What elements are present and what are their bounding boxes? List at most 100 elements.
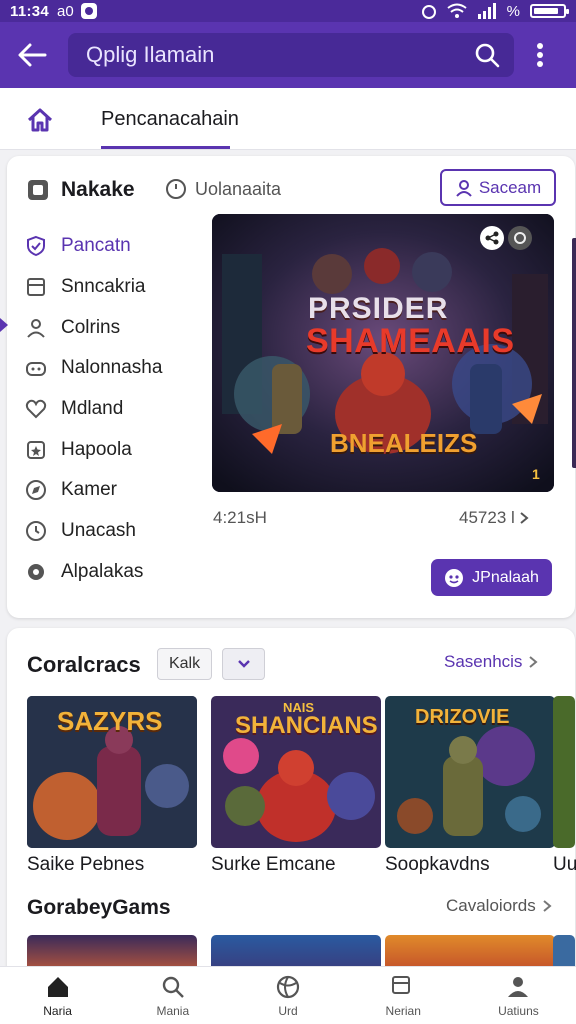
home-icon [47, 976, 68, 997]
battery-icon [530, 4, 569, 18]
sidebar-item-label: Pancatn [61, 235, 131, 257]
heart-icon [25, 399, 47, 419]
section-see-all-link[interactable]: Sasenhcis [444, 652, 538, 672]
app-bar [0, 22, 576, 88]
tab-indicator [101, 146, 230, 149]
sidebar-item[interactable]: Alpalakas [25, 552, 162, 593]
sidebar-item-label: Hapoola [61, 438, 132, 460]
hero-views: 45723 l [459, 508, 515, 527]
nav-item-label: Nerian [385, 1003, 421, 1018]
game-title[interactable]: Saike Pebnes [27, 854, 144, 876]
game-artwork [553, 696, 575, 848]
home-tab-icon[interactable] [26, 106, 54, 134]
tab-active[interactable]: Pencanacahain [101, 108, 239, 131]
sidebar-item[interactable]: Hapoola [25, 429, 162, 470]
person-add-icon [456, 179, 472, 197]
next-card-peek[interactable] [572, 238, 576, 468]
drawer-handle[interactable] [0, 318, 8, 332]
app-icon [28, 180, 48, 200]
status-time: 11:34 [10, 2, 50, 20]
chevron-right-icon[interactable] [519, 511, 529, 525]
nav-item[interactable]: Nerian [346, 967, 461, 1024]
share-icon[interactable] [484, 230, 500, 246]
sidebar-item[interactable]: Nalonnasha [25, 348, 162, 389]
signal-icon [477, 3, 496, 19]
tab-row: Pencanacahain [0, 88, 576, 150]
arrow-left-icon [18, 43, 47, 67]
star-box-icon [27, 440, 45, 459]
section2-see-all-link[interactable]: Cavaloiords [446, 896, 552, 916]
sidebar-item[interactable]: Kamer [25, 470, 162, 511]
chevron-right-icon [543, 900, 552, 912]
search-bar[interactable] [68, 33, 514, 77]
section-title: Coralcracs [27, 652, 141, 677]
game-tile[interactable]: DRIZOVIE [385, 696, 555, 848]
hero-banner[interactable]: PRSIDER SHAMEAAIS BNEALEIZS 1 [212, 214, 554, 492]
featured-title: Nakake [61, 178, 135, 201]
search-icon[interactable] [474, 42, 500, 68]
nav-item[interactable]: Naria [0, 967, 115, 1024]
sidebar-item[interactable]: Colrins [25, 307, 162, 348]
nav-item-label: Urd [278, 1003, 298, 1018]
square-icon [392, 975, 411, 994]
nav-item[interactable]: Uatiuns [461, 967, 576, 1024]
nav-item[interactable]: Urd [230, 967, 345, 1024]
globe-icon [276, 975, 300, 998]
carrier-glyph: a0 [57, 2, 74, 20]
chevron-down-icon [237, 660, 250, 668]
overflow-menu-button[interactable] [528, 35, 552, 75]
profile-icon [508, 976, 529, 997]
sidebar-item[interactable]: Unacash [25, 511, 162, 552]
featured-subtitle: Uolanaaita [195, 178, 282, 199]
featured-card: Nakake Uolanaaita Saceam Pancatn Snncakri… [7, 156, 575, 618]
game-title[interactable]: Surke Emcane [211, 854, 336, 876]
sidebar-item-label: Mdland [61, 398, 124, 420]
alarm-icon [421, 5, 436, 19]
game-tile[interactable]: SAZYRS [27, 696, 197, 848]
nav-item-label: Naria [43, 1003, 72, 1018]
play-button[interactable]: JPnalaah [431, 559, 552, 596]
back-button[interactable] [12, 35, 52, 75]
play-label: JPnalaah [472, 568, 539, 586]
game-title[interactable]: Uu [553, 854, 576, 876]
sidebar-item[interactable]: Pancatn [25, 226, 162, 267]
sidebar-item-label: Alpalakas [61, 560, 144, 582]
game-tile[interactable]: NAIS SHANCIANS [211, 696, 381, 848]
nav-item-label: Mania [156, 1003, 190, 1018]
game-tile-peek[interactable] [553, 696, 575, 848]
gamepad-icon [445, 568, 464, 587]
category-list: Pancatn Snncakria Colrins Nalonnasha Mdland H… [25, 226, 162, 592]
nav-item[interactable]: Mania [115, 967, 230, 1024]
hero-title-line2: SHAMEAAIS [306, 322, 515, 360]
search-icon [162, 976, 184, 998]
sidebar-item-label: Nalonnasha [61, 357, 163, 379]
gear-icon [28, 563, 44, 580]
game-title[interactable]: Soopkavdns [385, 854, 490, 876]
clock-icon [26, 521, 46, 542]
controller-icon [26, 362, 46, 377]
settings-small-icon[interactable] [512, 230, 528, 246]
section-card: Coralcracs Kalk Sasenhcis SAZYRS Saike P… [7, 628, 576, 1024]
compass-icon [26, 480, 46, 501]
section-link-label: Sasenhcis [444, 652, 523, 671]
chevron-right-icon [529, 656, 538, 668]
sidebar-item[interactable]: Mdland [25, 389, 162, 430]
section2-title: GorabeyGams [27, 896, 171, 919]
square-icon [27, 278, 45, 297]
tile-art-title: DRIZOVIE [415, 706, 510, 728]
tile-art-title: SAZYRS [57, 706, 163, 736]
sidebar-item[interactable]: Snncakria [25, 267, 162, 308]
status-bar: 11:34 a0 % [0, 0, 576, 22]
search-input[interactable] [86, 42, 474, 68]
hero-title-line1: PRSIDER [308, 292, 449, 325]
wifi-icon [447, 3, 467, 18]
hero-badge: 1 [532, 466, 540, 482]
sidebar-item-label: Kamer [61, 479, 117, 501]
section2-link-label: Cavaloiords [446, 896, 536, 915]
follow-button[interactable]: Saceam [440, 169, 556, 206]
filter-dropdown[interactable] [222, 648, 265, 680]
filter-chip[interactable]: Kalk [157, 648, 212, 680]
follow-label: Saceam [478, 177, 542, 197]
more-vert-icon [537, 43, 543, 67]
person-icon [27, 318, 45, 338]
